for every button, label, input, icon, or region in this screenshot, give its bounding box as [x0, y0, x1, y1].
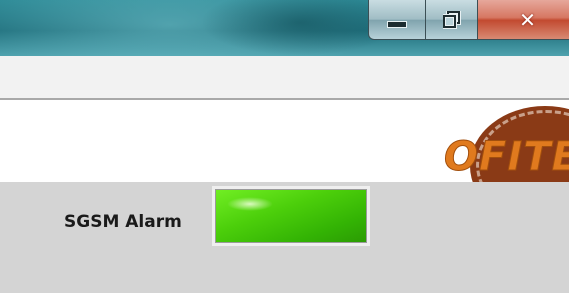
logo-text: OFITE	[444, 134, 569, 181]
minimize-button[interactable]	[368, 0, 426, 40]
close-button[interactable]: ✕	[478, 0, 569, 40]
restore-button[interactable]	[426, 0, 478, 40]
sgsm-alarm-label: SGSM Alarm	[64, 212, 182, 232]
close-icon: ✕	[519, 7, 536, 32]
caption-buttons: ✕	[368, 0, 569, 44]
ofite-logo: OFITE	[430, 100, 569, 182]
title-bar[interactable]: ✕	[0, 0, 569, 56]
header-banner: OFITE	[0, 100, 569, 182]
app-window: ✕ OFITE SGSM Alarm	[0, 0, 569, 293]
minimize-icon	[387, 21, 407, 28]
restore-icon	[442, 10, 461, 29]
sgsm-alarm-indicator	[212, 186, 370, 246]
indicator-highlight	[227, 197, 273, 211]
menu-bar	[0, 56, 569, 98]
